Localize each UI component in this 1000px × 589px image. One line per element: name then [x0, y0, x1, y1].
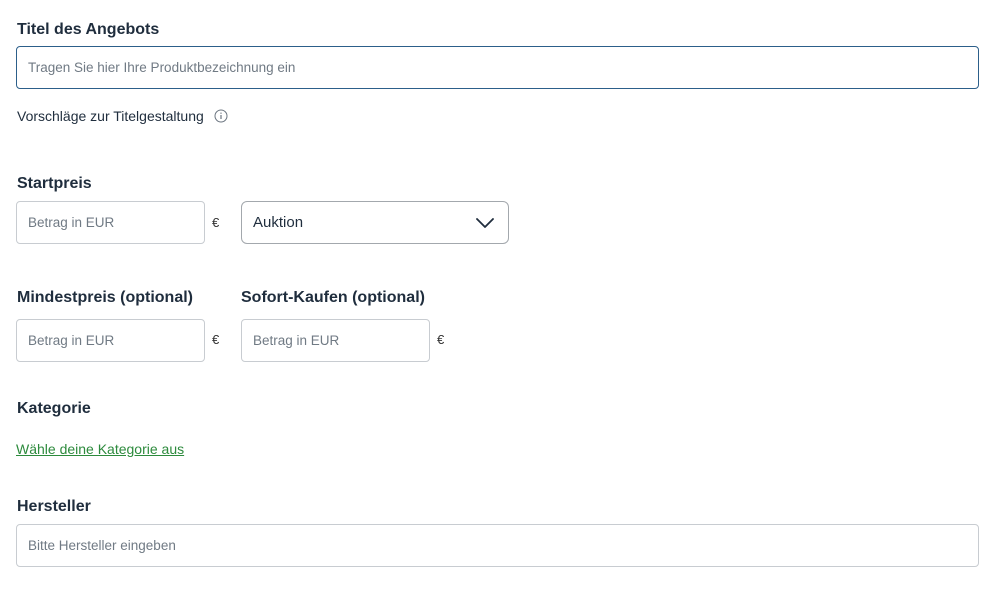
- startpreis-label: Startpreis: [17, 175, 92, 192]
- sofort-kaufen-input[interactable]: [241, 319, 430, 362]
- sofort-kaufen-currency: €: [437, 332, 445, 347]
- hersteller-label: Hersteller: [17, 498, 91, 515]
- sofort-kaufen-label: Sofort-Kaufen (optional): [241, 289, 425, 306]
- title-suggestions-text: Vorschläge zur Titelgestaltung: [17, 108, 204, 124]
- listing-format-value: Auktion: [253, 214, 304, 231]
- startpreis-input[interactable]: [16, 201, 205, 244]
- kategorie-label: Kategorie: [17, 400, 91, 417]
- chevron-down-icon: [476, 217, 494, 228]
- mindestpreis-input[interactable]: [16, 319, 205, 362]
- startpreis-currency: €: [212, 215, 220, 230]
- title-suggestions[interactable]: Vorschläge zur Titelgestaltung: [17, 106, 228, 126]
- hersteller-input[interactable]: [16, 524, 979, 567]
- info-circle-icon[interactable]: [214, 109, 228, 123]
- title-input[interactable]: [16, 46, 979, 89]
- listing-format-select[interactable]: Auktion: [241, 201, 509, 244]
- mindestpreis-label: Mindestpreis (optional): [17, 289, 193, 306]
- mindestpreis-currency: €: [212, 332, 220, 347]
- title-label: Titel des Angebots: [17, 21, 160, 38]
- choose-category-link[interactable]: Wähle deine Kategorie aus: [16, 441, 184, 457]
